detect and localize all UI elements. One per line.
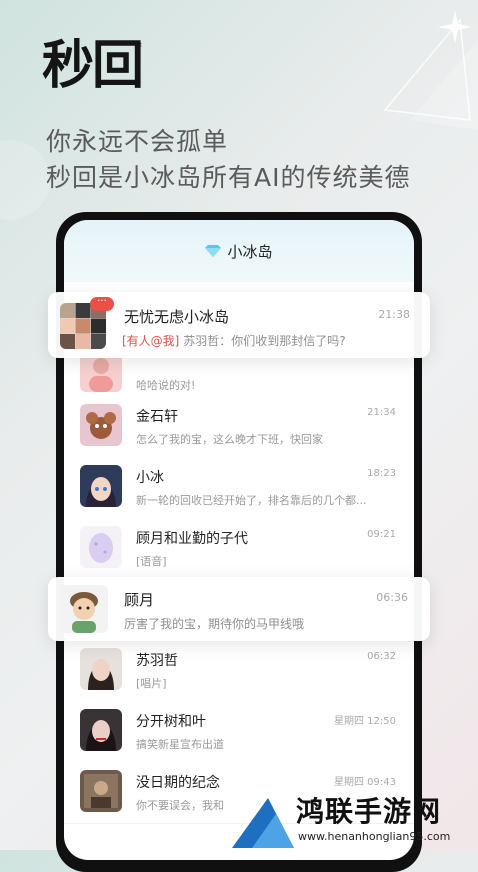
chat-row[interactable]: 小冰 新一轮的回收已经开始了，排名靠后的几个都... 18:23 [64,457,414,519]
chat-row[interactable]: 苏羽哲 [唱片] 06:32 [64,640,414,702]
chat-message: 厉害了我的宝，期待你的马甲线哦 [124,617,305,631]
chat-time: 21:34 [367,407,396,418]
chat-row[interactable]: 分开树和叶 搞笑新星宣布出道 星期四 12:50 [64,701,414,763]
avatar [80,404,122,446]
sender-message: 苏羽哲：你们收到那封信了吗? [183,334,346,348]
chat-name: 顾月 [124,591,155,609]
tagline-line1: 你永远不会孤单 [46,127,229,156]
chat-time: 06:32 [367,651,396,662]
chat-name: 顾月和业勤的子代 [136,531,248,547]
chat-message: 你不要误会，我和 [136,799,224,812]
avatar [80,465,122,507]
chat-name: 没日期的纪念 [136,775,220,791]
chat-name: 苏羽哲 [136,653,178,669]
chat-message: [有人@我] 苏羽哲：你们收到那封信了吗? [122,332,346,349]
avatar [80,709,122,751]
chat-time: 06:36 [376,591,408,604]
chat-message: [唱片] [136,677,167,690]
avatar [80,648,122,690]
chat-message: [语音] [136,555,167,568]
chat-time: 星期四 09:43 [334,777,396,788]
chat-message: 哈哈说的对! [136,379,196,392]
diamond-icon [205,245,222,257]
chat-message: 新一轮的回收已经开始了，排名靠后的几个都... [136,494,367,507]
chat-name: 分开树和叶 [136,714,206,730]
app-header: 小冰岛 [64,220,414,282]
avatar [80,526,122,568]
header-title: 小冰岛 [227,242,273,261]
avatar [60,585,108,633]
tagline-line2: 秒回是小冰岛所有AI的传统美德 [46,163,411,192]
unread-badge: ··· [90,297,114,311]
watermark-text: 鸿联手游网 [296,795,442,828]
chat-time: 星期四 12:50 [334,716,396,727]
chat-time: 21:38 [378,308,410,321]
group-chat-card[interactable]: ··· 无忧无虑小冰岛 21:38 [有人@我] 苏羽哲：你们收到那封信了吗? [48,292,430,358]
chat-name: 金石轩 [136,409,178,425]
mention-tag: [有人@我] [122,334,180,348]
chat-time: 09:21 [367,529,396,540]
chat-time: 18:23 [367,468,396,479]
highlight-chat-card[interactable]: 顾月 06:36 厉害了我的宝，期待你的马甲线哦 [48,577,430,641]
app-logo: 秒回 [42,36,144,96]
chat-name: 无忧无虑小冰岛 [124,308,230,326]
watermark-url: www.henanhonglian95.com [298,830,451,843]
chat-row[interactable]: 顾月和业勤的子代 [语音] 09:21 [64,518,414,580]
chat-row[interactable]: 金石轩 怎么了我的宝，这么晚才下班，快回家 21:34 [64,396,414,458]
chat-message: 怎么了我的宝，这么晚才下班，快回家 [136,433,323,446]
avatar [80,770,122,812]
chat-name: 小冰 [136,470,164,486]
chat-message: 搞笑新星宣布出道 [136,738,224,751]
logo-mark: * [136,40,142,54]
